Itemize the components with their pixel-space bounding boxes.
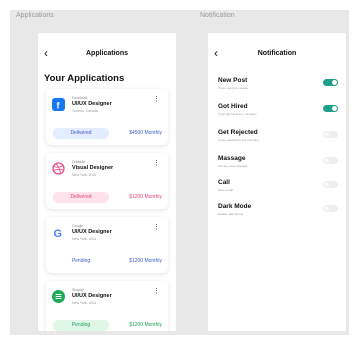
job-title: UI/UX Designer bbox=[72, 293, 112, 299]
notification-setting-get-rejected: Get Rejected If you rejected by any comp… bbox=[218, 129, 338, 149]
job-location: New York, USA bbox=[72, 237, 96, 241]
setting-title: New Post bbox=[218, 77, 248, 84]
get-rejected-toggle[interactable] bbox=[323, 131, 338, 138]
salary-text: $1200 Monthly bbox=[129, 258, 162, 264]
applications-frame-label: Applications bbox=[16, 12, 54, 19]
setting-subtitle: Enable dark theme bbox=[218, 212, 244, 216]
more-menu-icon[interactable]: ⋮ bbox=[153, 224, 160, 231]
more-menu-icon[interactable]: ⋮ bbox=[153, 96, 160, 103]
company-name: Dribbble bbox=[72, 160, 86, 164]
call-toggle[interactable] bbox=[323, 181, 338, 188]
setting-subtitle: If you get hired any company bbox=[218, 112, 257, 116]
job-location: Toronto, Canada bbox=[72, 109, 98, 113]
application-card[interactable]: Dribbble Visual Designer New York, USA ⋮… bbox=[46, 153, 168, 209]
massage-toggle[interactable] bbox=[323, 157, 338, 164]
notification-setting-dark-mode: Dark Mode Enable dark theme bbox=[218, 203, 338, 223]
section-title: Your Applications bbox=[44, 73, 125, 84]
dark-mode-toggle[interactable] bbox=[323, 205, 338, 212]
canvas-frame: Applications Notification ‹ Applications… bbox=[10, 10, 349, 335]
setting-title: Dark Mode bbox=[218, 203, 252, 210]
job-location: New York, USA bbox=[72, 173, 96, 177]
notification-setting-call: Call Have a call bbox=[218, 179, 338, 199]
notification-frame-label: Notification bbox=[200, 12, 235, 19]
setting-subtitle: If you new post update bbox=[218, 86, 249, 90]
svg-text:G: G bbox=[54, 228, 63, 239]
company-name: Facebook bbox=[72, 96, 88, 100]
job-title: UI/UX Designer bbox=[72, 229, 112, 235]
more-menu-icon[interactable]: ⋮ bbox=[153, 288, 160, 295]
job-title: UI/UX Designer bbox=[72, 101, 112, 107]
status-badge: Delivered bbox=[53, 128, 109, 139]
application-card[interactable]: Shopify UI/UX Designer New York, USA ⋮ P… bbox=[46, 281, 168, 331]
notification-setting-new-post: New Post If you new post update bbox=[218, 77, 338, 97]
page-title: Applications bbox=[85, 50, 128, 57]
salary-text: $1200 Monthly bbox=[129, 322, 162, 328]
notification-screen: ‹ Notification New Post If you new post … bbox=[208, 33, 346, 331]
status-badge: Pending bbox=[53, 256, 109, 267]
google-icon: G bbox=[52, 226, 65, 240]
company-name: Google bbox=[72, 224, 84, 228]
setting-title: Got Hired bbox=[218, 103, 248, 110]
new-post-toggle[interactable] bbox=[323, 79, 338, 86]
applications-header: ‹ Applications bbox=[38, 46, 176, 61]
notification-setting-massage: Massage Get any new massage bbox=[218, 155, 338, 175]
salary-text: $1200 Monthly bbox=[129, 194, 162, 200]
status-badge: Pending bbox=[53, 320, 109, 331]
got-hired-toggle[interactable] bbox=[323, 105, 338, 112]
more-menu-icon[interactable]: ⋮ bbox=[153, 160, 160, 167]
setting-subtitle: If you rejected by any company bbox=[218, 138, 260, 142]
notification-header: ‹ Notification bbox=[208, 46, 346, 61]
setting-title: Get Rejected bbox=[218, 129, 258, 136]
facebook-icon: f bbox=[52, 98, 65, 111]
dribbble-icon bbox=[52, 162, 65, 175]
applications-screen: ‹ Applications Your Applications f Faceb… bbox=[38, 33, 176, 331]
application-card[interactable]: f Facebook UI/UX Designer Toronto, Canad… bbox=[46, 89, 168, 145]
setting-subtitle: Have a call bbox=[218, 188, 233, 192]
page-title: Notification bbox=[257, 50, 297, 57]
job-title: Visual Designer bbox=[72, 165, 114, 171]
setting-subtitle: Get any new massage bbox=[218, 164, 248, 168]
company-name: Shopify bbox=[72, 288, 84, 292]
shopify-icon bbox=[52, 290, 65, 303]
salary-text: $4500 Monthly bbox=[129, 130, 162, 136]
svg-text:f: f bbox=[57, 101, 61, 111]
setting-title: Call bbox=[218, 179, 230, 186]
setting-title: Massage bbox=[218, 155, 246, 162]
application-card[interactable]: G Google UI/UX Designer New York, USA ⋮ … bbox=[46, 217, 168, 273]
job-location: New York, USA bbox=[72, 301, 96, 305]
status-badge: Delivered bbox=[53, 192, 109, 203]
notification-setting-got-hired: Got Hired If you get hired any company bbox=[218, 103, 338, 123]
